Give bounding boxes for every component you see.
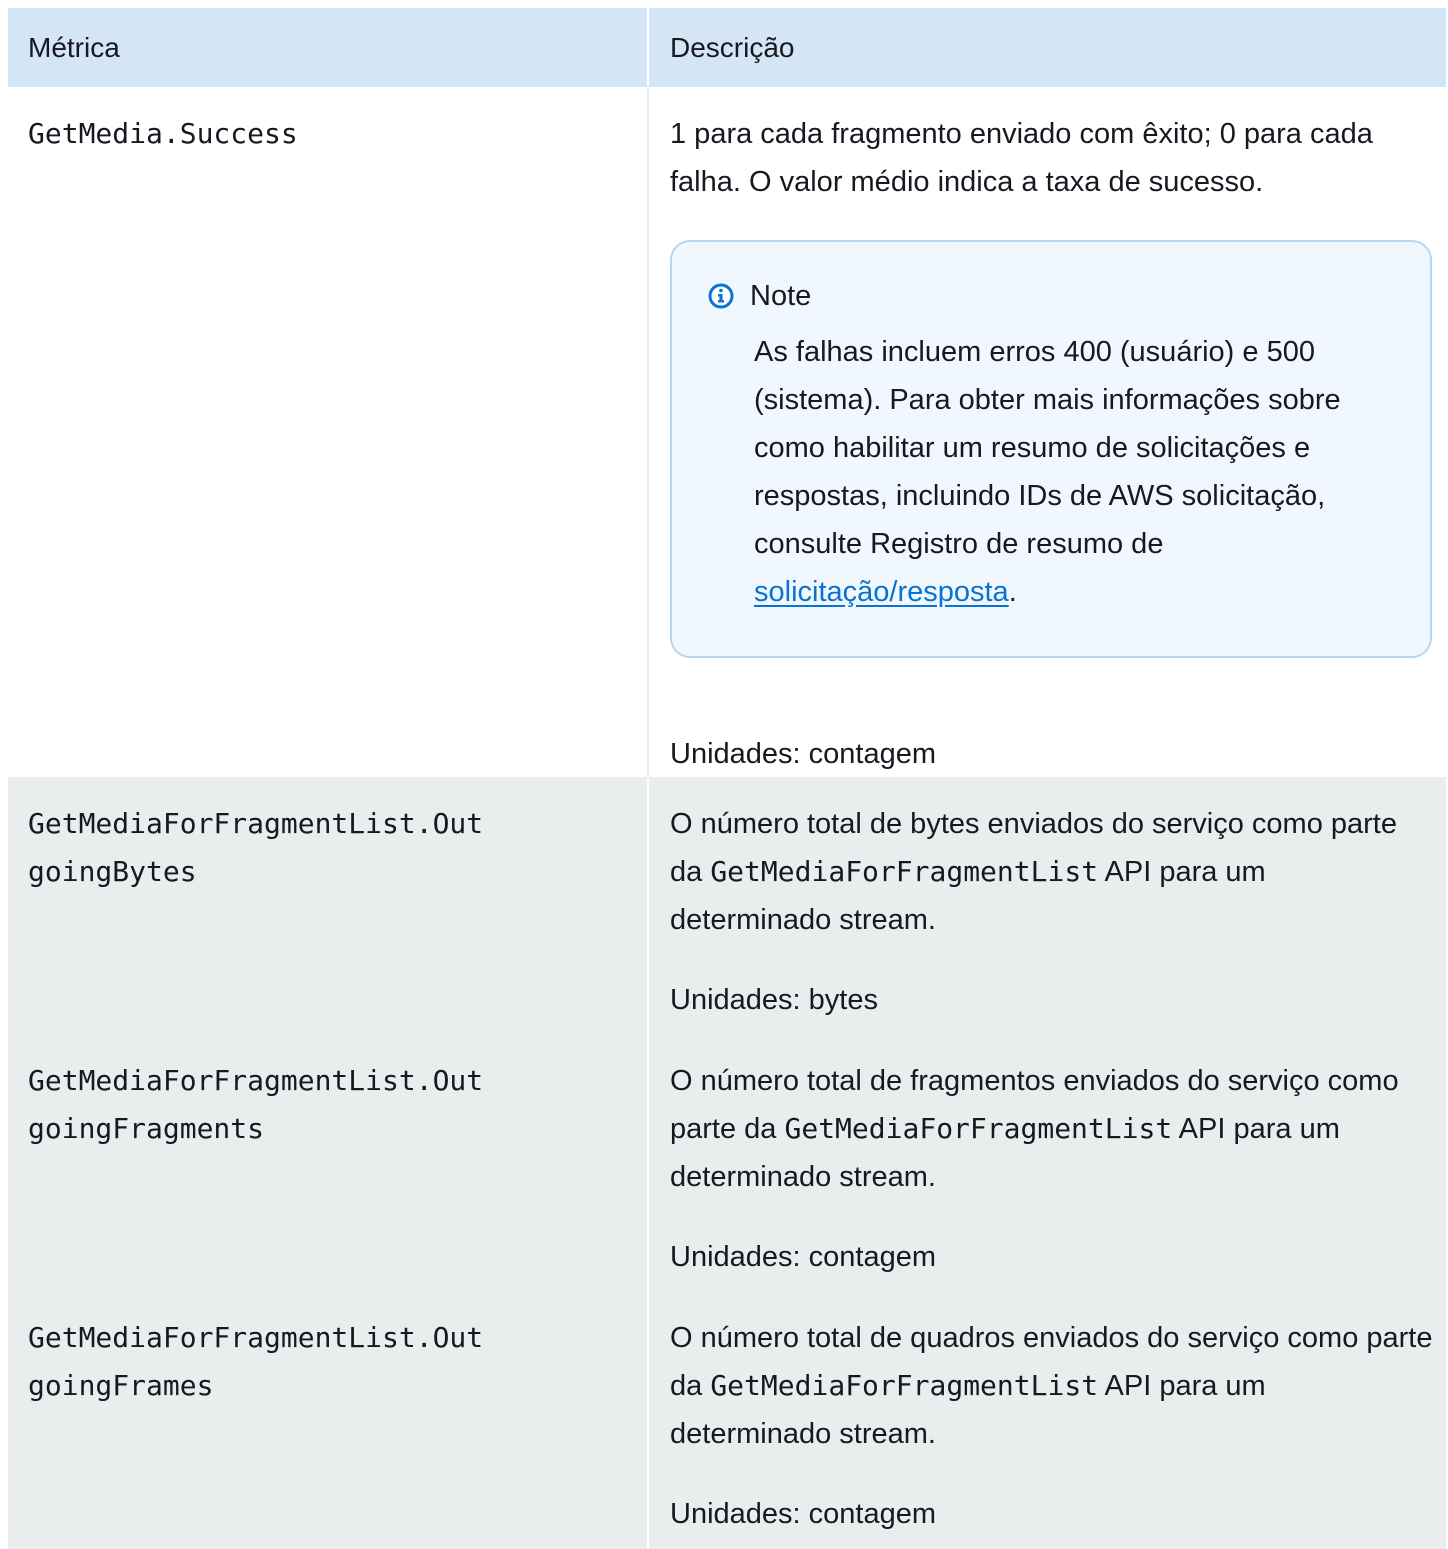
note-header: Note [708,276,1390,316]
table-header: Métrica Descrição [8,8,1446,87]
metric-name-line1: GetMediaForFragmentList.Out [28,807,484,840]
request-response-log-link[interactable]: solicitação/resposta [754,576,1009,608]
api-name-code: GetMediaForFragmentList [710,855,1099,888]
metric-name: GetMediaForFragmentList.Out goingFrames [28,1291,647,1410]
metric-cell: GetMediaForFragmentList.Out goingFrames [8,1291,647,1549]
description-text: O número total de bytes enviados do serv… [670,777,1433,944]
metric-cell: GetMedia.Success [8,87,647,777]
note-text: As falhas incluem erros 400 (usuário) e … [754,336,1341,560]
api-name-code: GetMediaForFragmentList [784,1112,1173,1145]
metric-name-line1: GetMediaForFragmentList.Out [28,1321,484,1354]
metric-name: GetMedia.Success [28,117,298,150]
metric-name: GetMediaForFragmentList.Out goingBytes [28,777,647,896]
metric-name: GetMediaForFragmentList.Out goingFragment… [28,1034,647,1153]
description-cell: O número total de quadros enviados do se… [647,1291,1445,1549]
metric-name-line2: goingFragments [28,1112,265,1145]
column-header-metric: Métrica [28,32,120,63]
units-text: Unidades: contagem [670,738,936,770]
description-cell: O número total de bytes enviados do serv… [647,777,1445,1034]
info-circle-icon [708,283,734,309]
table-row: GetMediaForFragmentList.Out goingFrames O… [8,1291,1446,1549]
description-text: O número total de fragmentos enviados do… [670,1034,1433,1201]
description-cell: O número total de fragmentos enviados do… [647,1034,1445,1291]
units-text: Unidades: contagem [670,1241,936,1273]
table-row: GetMediaForFragmentList.Out goingFragment… [8,1034,1446,1291]
description-text: 1 para cada fragmento enviado com êxito;… [670,118,1373,198]
units-text: Unidades: bytes [670,984,878,1016]
metrics-table: Métrica Descrição GetMedia.Success 1 par… [8,8,1446,1549]
table-row: GetMediaForFragmentList.Out goingBytes O … [8,777,1446,1034]
metric-name-line2: goingFrames [28,1369,214,1402]
description-cell: 1 para cada fragmento enviado com êxito;… [647,87,1445,777]
table-row: GetMedia.Success 1 para cada fragmento e… [8,87,1446,777]
metric-name-line2: goingBytes [28,855,197,888]
note-trailing: . [1008,576,1017,608]
column-header-description: Descrição [647,8,1445,87]
note-body: As falhas incluem erros 400 (usuário) e … [712,328,1390,616]
note-title: Note [750,280,812,312]
description-text: O número total de quadros enviados do se… [670,1291,1433,1458]
metric-cell: GetMediaForFragmentList.Out goingFragment… [8,1034,647,1291]
units-text: Unidades: contagem [670,1498,936,1530]
metric-cell: GetMediaForFragmentList.Out goingBytes [8,777,647,1034]
metric-name-line1: GetMediaForFragmentList.Out [28,1064,484,1097]
api-name-code: GetMediaForFragmentList [710,1369,1099,1402]
note-box: Note As falhas incluem erros 400 (usuári… [670,240,1432,658]
